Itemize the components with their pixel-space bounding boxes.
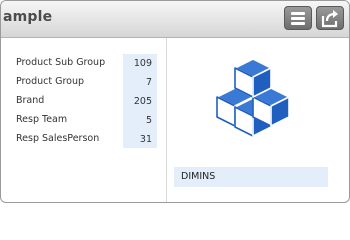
row-label: Resp SalesPerson (16, 133, 100, 144)
row-value: 31 (123, 130, 157, 148)
hamburger-menu-icon (291, 12, 305, 25)
dimins-bar[interactable]: DIMINS (174, 167, 328, 187)
widget-header: ample (1, 1, 349, 38)
table-row[interactable]: Resp SalesPerson 31 (1, 130, 166, 149)
table-row[interactable]: Product Sub Group 109 (1, 54, 166, 73)
menu-button[interactable] (284, 6, 312, 30)
widget-title: ample (3, 9, 53, 25)
row-value: 205 (123, 92, 157, 111)
widget-card: ample Product Sub Group 109 Product Grou… (0, 0, 350, 203)
table-row[interactable]: Brand 205 (1, 92, 166, 111)
table-row[interactable]: Product Group 7 (1, 73, 166, 92)
row-label: Brand (16, 95, 45, 106)
dimins-label: DIMINS (181, 171, 216, 182)
logo-panel: DIMINS (167, 38, 349, 202)
share-button[interactable] (316, 6, 344, 30)
share-export-icon (321, 10, 338, 28)
row-label: Resp Team (16, 114, 68, 125)
row-value: 109 (123, 54, 157, 73)
dimension-counts-panel: Product Sub Group 109 Product Group 7 Br… (1, 38, 167, 202)
row-label: Product Group (16, 76, 85, 87)
row-value: 7 (123, 73, 157, 92)
row-label: Product Sub Group (16, 57, 106, 68)
table-row[interactable]: Resp Team 5 (1, 111, 166, 130)
stacked-cubes-icon (216, 58, 290, 137)
row-value: 5 (123, 111, 157, 130)
